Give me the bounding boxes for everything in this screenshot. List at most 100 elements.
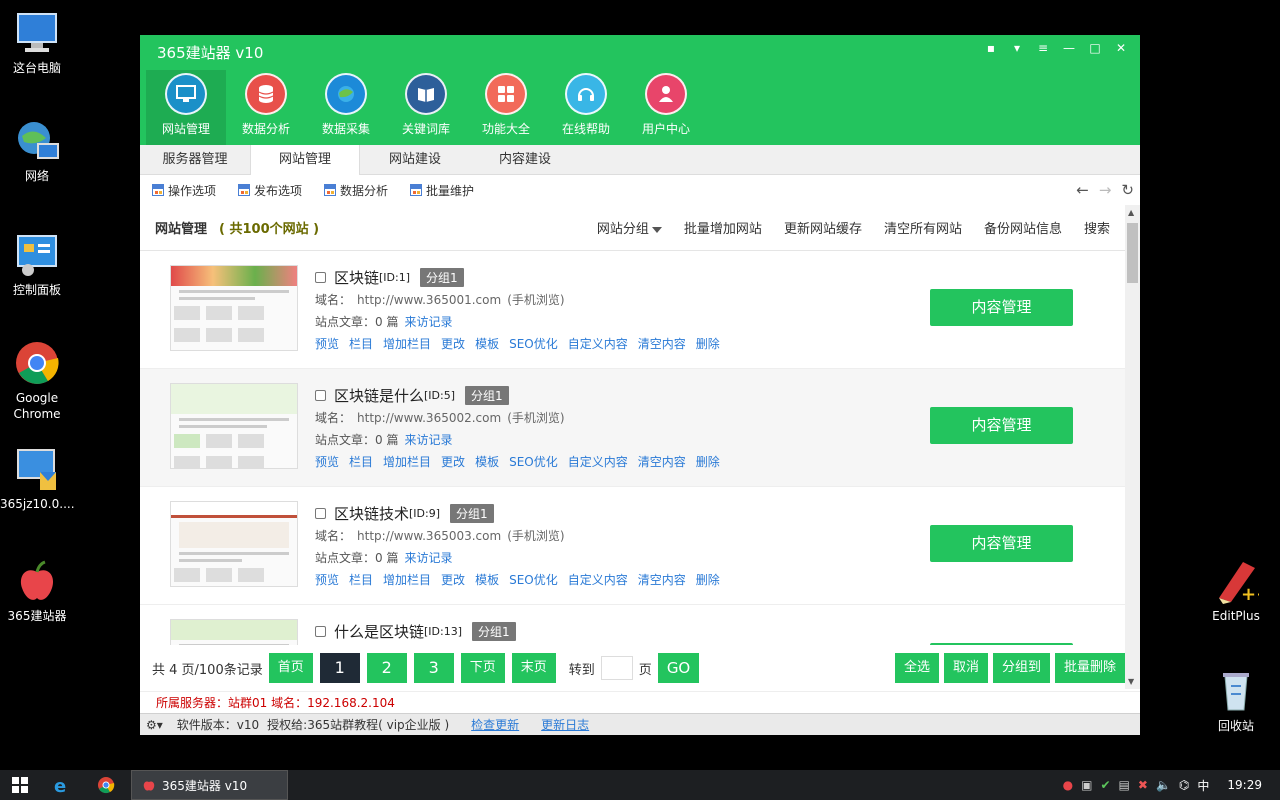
back-arrow-icon[interactable]: ← xyxy=(1076,181,1089,199)
last-page-button[interactable]: 末页 xyxy=(511,653,556,683)
close-icon[interactable]: ✕ xyxy=(1112,39,1130,57)
site-checkbox[interactable] xyxy=(315,625,326,637)
tab-site-building[interactable]: 网站建设 xyxy=(360,145,470,175)
visit-log-link[interactable]: 来访记录 xyxy=(404,551,452,565)
add-column-link[interactable]: 增加栏目 xyxy=(383,569,431,591)
clear-sites-button[interactable]: 清空所有网站 xyxy=(884,218,962,237)
column-link[interactable]: 栏目 xyxy=(349,569,373,591)
taskbar-app-365jz[interactable]: 365建站器 v10 xyxy=(131,770,288,800)
update-cache-button[interactable]: 更新网站缓存 xyxy=(784,218,862,237)
preview-link[interactable]: 预览 xyxy=(315,569,339,591)
clock[interactable]: 19:29 xyxy=(1227,778,1262,792)
site-group-dropdown[interactable]: 网站分组 xyxy=(597,218,662,237)
first-page-button[interactable]: 首页 xyxy=(268,653,313,683)
input-method-icon[interactable]: 中 xyxy=(1197,777,1209,794)
backup-sites-button[interactable]: 备份网站信息 xyxy=(984,218,1062,237)
desktop-icon-365jz-installer[interactable]: 365jz10.0.... xyxy=(0,446,75,512)
desktop-icon-editplus[interactable]: ++ EditPlus xyxy=(1199,558,1273,624)
delete-link[interactable]: 删除 xyxy=(696,333,720,355)
add-column-link[interactable]: 增加栏目 xyxy=(383,333,431,355)
seo-link[interactable]: SEO优化 xyxy=(509,333,558,355)
mobile-view-link[interactable]: (手机浏览) xyxy=(507,529,564,543)
custom-content-link[interactable]: 自定义内容 xyxy=(568,569,628,591)
tab-site-management[interactable]: 网站管理 xyxy=(250,145,360,175)
tray-app-icon[interactable]: ▣ xyxy=(1081,778,1092,792)
select-all-button[interactable]: 全选 xyxy=(894,653,939,683)
nav-site-management[interactable]: 网站管理 xyxy=(146,70,226,145)
desktop-icon-control-panel[interactable]: 控制面板 xyxy=(0,232,74,298)
seo-link[interactable]: SEO优化 xyxy=(509,451,558,473)
tray-app-icon[interactable]: ▤ xyxy=(1119,778,1130,792)
group-to-button[interactable]: 分组到 xyxy=(992,653,1050,683)
site-checkbox[interactable] xyxy=(315,389,326,401)
site-thumbnail[interactable] xyxy=(170,501,298,587)
site-checkbox[interactable] xyxy=(315,271,326,283)
menu-icon[interactable]: ≡ xyxy=(1034,39,1052,57)
network-error-icon[interactable]: ✖ xyxy=(1138,778,1148,792)
clear-content-link[interactable]: 清空内容 xyxy=(638,451,686,473)
content-management-button[interactable]: 内容管理 xyxy=(930,525,1073,562)
volume-icon[interactable]: 🔈 xyxy=(1156,778,1171,792)
site-checkbox[interactable] xyxy=(315,507,326,519)
content-management-button[interactable]: 内容管理 xyxy=(930,407,1073,444)
chat-icon[interactable]: ▪ xyxy=(982,39,1000,57)
column-link[interactable]: 栏目 xyxy=(349,451,373,473)
clear-content-link[interactable]: 清空内容 xyxy=(638,569,686,591)
template-link[interactable]: 模板 xyxy=(475,451,499,473)
scroll-up-icon[interactable]: ▲ xyxy=(1128,208,1134,217)
batch-add-sites-button[interactable]: 批量增加网站 xyxy=(684,218,762,237)
scroll-down-icon[interactable]: ▼ xyxy=(1128,677,1134,686)
apple-tray-icon[interactable]: ● xyxy=(1063,778,1073,792)
network-icon[interactable]: ⌬ xyxy=(1179,778,1189,792)
desktop-icon-recycle-bin[interactable]: 回收站 xyxy=(1199,668,1273,734)
cancel-button[interactable]: 取消 xyxy=(943,653,988,683)
check-update-link[interactable]: 检查更新 xyxy=(471,716,519,733)
changelog-link[interactable]: 更新日志 xyxy=(541,716,589,733)
visit-log-link[interactable]: 来访记录 xyxy=(404,433,452,447)
custom-content-link[interactable]: 自定义内容 xyxy=(568,451,628,473)
nav-data-collection[interactable]: 数据采集 xyxy=(306,70,386,145)
mobile-view-link[interactable]: (手机浏览) xyxy=(507,293,564,307)
desktop-icon-365jz[interactable]: 365建站器 xyxy=(0,558,74,624)
tab-server-management[interactable]: 服务器管理 xyxy=(140,145,250,175)
column-link[interactable]: 栏目 xyxy=(349,333,373,355)
subtool-data-analysis[interactable]: 数据分析 xyxy=(324,182,388,199)
settings-gear-icon[interactable]: ⚙▾ xyxy=(146,718,163,732)
edit-link[interactable]: 更改 xyxy=(441,333,465,355)
skin-icon[interactable]: ▾ xyxy=(1008,39,1026,57)
edit-link[interactable]: 更改 xyxy=(441,569,465,591)
template-link[interactable]: 模板 xyxy=(475,333,499,355)
delete-link[interactable]: 删除 xyxy=(696,451,720,473)
content-management-button[interactable]: 内容管理 xyxy=(930,289,1073,326)
scroll-thumb[interactable] xyxy=(1127,223,1138,283)
next-page-button[interactable]: 下页 xyxy=(460,653,505,683)
seo-link[interactable]: SEO优化 xyxy=(509,569,558,591)
minimize-icon[interactable]: — xyxy=(1060,39,1078,57)
edit-link[interactable]: 更改 xyxy=(441,451,465,473)
chrome-taskbar-icon[interactable] xyxy=(84,770,128,800)
nav-online-help[interactable]: 在线帮助 xyxy=(546,70,626,145)
shield-icon[interactable]: ✔ xyxy=(1100,778,1110,792)
template-link[interactable]: 模板 xyxy=(475,569,499,591)
page-2-button[interactable]: 2 xyxy=(366,653,407,683)
tab-content-building[interactable]: 内容建设 xyxy=(470,145,580,175)
page-1-button[interactable]: 1 xyxy=(319,653,360,683)
batch-delete-button[interactable]: 批量删除 xyxy=(1054,653,1125,683)
desktop-icon-this-pc[interactable]: 这台电脑 xyxy=(0,10,74,76)
nav-data-analysis[interactable]: 数据分析 xyxy=(226,70,306,145)
preview-link[interactable]: 预览 xyxy=(315,451,339,473)
maximize-icon[interactable]: □ xyxy=(1086,39,1104,57)
go-button[interactable]: GO xyxy=(657,653,700,683)
search-button[interactable]: 搜索 xyxy=(1084,218,1110,237)
start-button[interactable] xyxy=(0,770,40,800)
nav-keyword-library[interactable]: 关键词库 xyxy=(386,70,466,145)
site-thumbnail[interactable] xyxy=(170,383,298,469)
goto-page-input[interactable] xyxy=(600,656,633,680)
subtool-publish-options[interactable]: 发布选项 xyxy=(238,182,302,199)
mobile-view-link[interactable]: (手机浏览) xyxy=(507,411,564,425)
vertical-scrollbar[interactable]: ▲ ▼ xyxy=(1125,205,1140,689)
nav-features[interactable]: 功能大全 xyxy=(466,70,546,145)
ie-taskbar-icon[interactable]: e xyxy=(40,770,84,800)
clear-content-link[interactable]: 清空内容 xyxy=(638,333,686,355)
custom-content-link[interactable]: 自定义内容 xyxy=(568,333,628,355)
